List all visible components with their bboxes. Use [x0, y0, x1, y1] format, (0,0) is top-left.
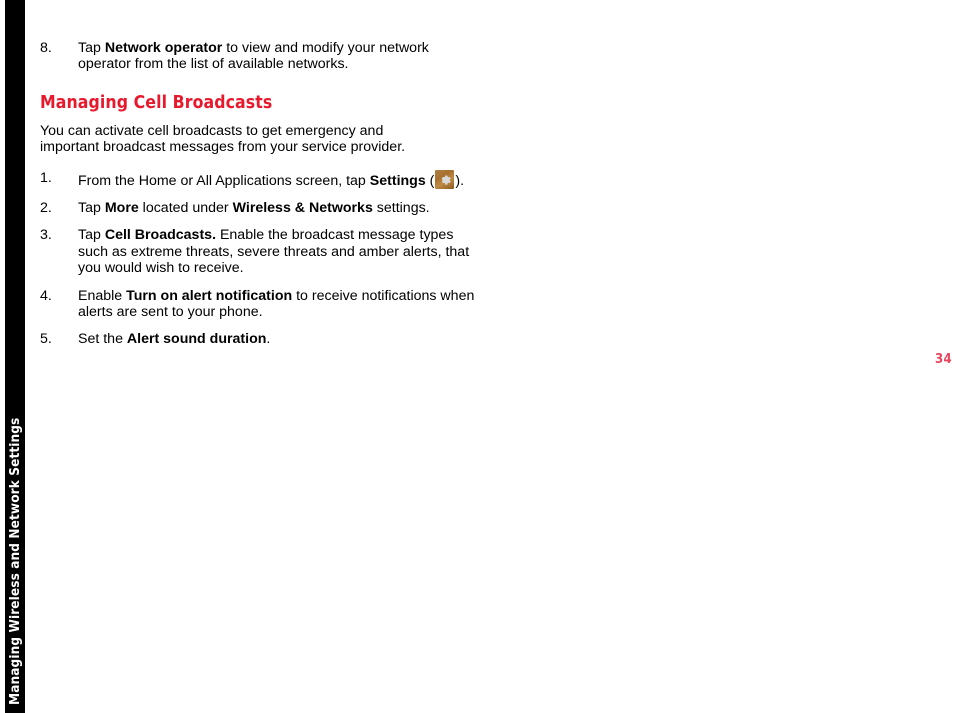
list-item: 1. From the Home or All Applications scr… — [40, 169, 480, 189]
step-text-segment: ). — [455, 172, 465, 189]
step-text: Tap Cell Broadcasts. Enable the broadcas… — [78, 227, 480, 276]
step-text: Enable Turn on alert notification to rec… — [78, 288, 480, 321]
list-item: 3. Tap Cell Broadcasts. Enable the broad… — [40, 227, 480, 276]
step-text-bold: Network operator — [104, 40, 223, 56]
list-item: 2. Tap More located under Wireless & Net… — [40, 200, 480, 216]
step-text: From the Home or All Applications screen… — [78, 169, 480, 189]
step-text-segment: From the Home or All Applications screen… — [78, 172, 370, 189]
step-text-segment: ( — [425, 172, 435, 189]
step-text-segment: Tap — [78, 227, 105, 244]
step-number: 4. — [40, 287, 52, 304]
list-item: 8. Tap Network operator to view and modi… — [40, 40, 480, 73]
step-number: 2. — [40, 200, 52, 217]
step-text-segment: Set the — [78, 331, 127, 348]
section-heading: Managing Cell Broadcasts — [40, 92, 273, 113]
list-item: 5. Set the Alert sound duration. — [40, 331, 480, 347]
step-text-bold: Turn on alert notification — [126, 287, 293, 304]
step-text: Tap More located under Wireless & Networ… — [78, 200, 480, 216]
step-text-segment: Tap — [78, 40, 105, 56]
body-paragraph: You can activate cell broadcasts to get … — [40, 122, 406, 156]
content-column: 8. Tap Network operator to view and modi… — [40, 40, 480, 359]
list-item: 4. Enable Turn on alert notification to … — [40, 288, 480, 321]
chapter-tab: Managing Wireless and Network Settings — [5, 0, 25, 713]
step-text-segment: . — [266, 331, 271, 348]
settings-gear-icon — [435, 169, 455, 189]
step-text-bold: More — [104, 200, 139, 217]
step-text-segment: located under — [138, 200, 233, 217]
step-number: 3. — [40, 227, 52, 244]
step-text: Set the Alert sound duration. — [78, 331, 480, 347]
chapter-tab-label: Managing Wireless and Network Settings — [7, 417, 23, 705]
step-text-segment: Enable — [78, 287, 127, 304]
step-text-segment: settings. — [372, 200, 430, 217]
step-number: 1. — [40, 169, 52, 186]
step-text-bold: Wireless & Networks — [232, 200, 373, 217]
step-text-segment: Tap — [78, 200, 105, 217]
step-text: Tap Network operator to view and modify … — [78, 40, 480, 73]
step-number: 5. — [40, 331, 52, 348]
page-number: 34 — [935, 352, 952, 367]
manual-page: Managing Wireless and Network Settings 8… — [0, 0, 969, 713]
step-text-bold: Settings — [369, 172, 426, 189]
step-text-bold: Alert sound duration — [126, 331, 267, 348]
step-number: 8. — [40, 40, 52, 56]
step-text-bold: Cell Broadcasts. — [104, 227, 217, 244]
